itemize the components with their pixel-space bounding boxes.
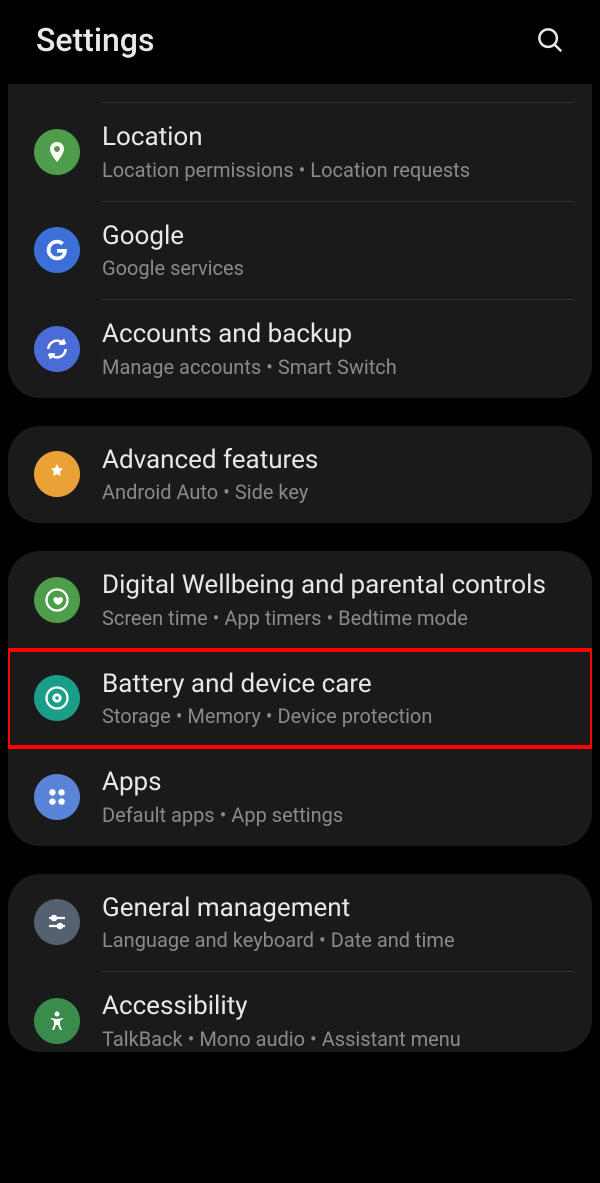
page-title: Settings xyxy=(36,21,154,59)
item-subtitle: Screen time • App timers • Bedtime mode xyxy=(102,605,572,631)
item-text: Advanced features Android Auto • Side ke… xyxy=(102,444,572,506)
settings-item-advanced[interactable]: Advanced features Android Auto • Side ke… xyxy=(8,426,592,524)
sliders-icon xyxy=(34,899,80,945)
item-title: General management xyxy=(102,892,572,925)
item-text: Apps Default apps • App settings xyxy=(102,766,572,828)
item-subtitle: Android Auto • Side key xyxy=(102,479,572,505)
accessibility-icon xyxy=(34,998,80,1044)
item-subtitle: Storage • Memory • Device protection xyxy=(102,703,572,729)
settings-item-location[interactable]: Location Location permissions • Location… xyxy=(8,103,592,201)
item-title: Google xyxy=(102,220,572,253)
header: Settings xyxy=(0,0,600,84)
item-text: Accounts and backup Manage accounts • Sm… xyxy=(102,318,572,380)
location-icon xyxy=(34,129,80,175)
item-title: Digital Wellbeing and parental controls xyxy=(102,569,572,602)
item-subtitle: Google services xyxy=(102,255,572,281)
item-title: Battery and device care xyxy=(102,668,572,701)
item-text: Google Google services xyxy=(102,220,572,282)
item-title: Location xyxy=(102,121,572,154)
google-icon xyxy=(34,227,80,273)
item-title: Accessibility xyxy=(102,990,572,1023)
search-icon xyxy=(535,25,565,55)
item-subtitle: Language and keyboard • Date and time xyxy=(102,927,572,953)
settings-item-general[interactable]: General management Language and keyboard… xyxy=(8,874,592,972)
item-subtitle: Manage accounts • Smart Switch xyxy=(102,354,572,380)
settings-group: General management Language and keyboard… xyxy=(8,874,592,1052)
settings-group: Location Location permissions • Location… xyxy=(8,84,592,398)
search-button[interactable] xyxy=(530,20,570,60)
item-text: Battery and device care Storage • Memory… xyxy=(102,668,572,730)
item-subtitle: TalkBack • Mono audio • Assistant menu xyxy=(102,1026,572,1052)
settings-group: Digital Wellbeing and parental controls … xyxy=(8,551,592,846)
item-text: Location Location permissions • Location… xyxy=(102,121,572,183)
sync-icon xyxy=(34,326,80,372)
settings-item-apps[interactable]: Apps Default apps • App settings xyxy=(8,748,592,846)
item-text: General management Language and keyboard… xyxy=(102,892,572,954)
item-title: Advanced features xyxy=(102,444,572,477)
settings-item-accessibility[interactable]: Accessibility TalkBack • Mono audio • As… xyxy=(8,972,592,1052)
device-care-icon xyxy=(34,675,80,721)
settings-item-battery[interactable]: Battery and device care Storage • Memory… xyxy=(8,650,592,748)
wellbeing-icon xyxy=(34,577,80,623)
settings-item-accounts[interactable]: Accounts and backup Manage accounts • Sm… xyxy=(8,300,592,398)
item-text: Digital Wellbeing and parental controls … xyxy=(102,569,572,631)
item-text: Accessibility TalkBack • Mono audio • As… xyxy=(102,990,572,1052)
item-subtitle: Location permissions • Location requests xyxy=(102,157,572,183)
item-subtitle: Default apps • App settings xyxy=(102,802,572,828)
item-title: Accounts and backup xyxy=(102,318,572,351)
apps-icon xyxy=(34,774,80,820)
settings-item-wellbeing[interactable]: Digital Wellbeing and parental controls … xyxy=(8,551,592,649)
item-title: Apps xyxy=(102,766,572,799)
advanced-icon xyxy=(34,451,80,497)
settings-item-google[interactable]: Google Google services xyxy=(8,202,592,300)
settings-group: Advanced features Android Auto • Side ke… xyxy=(8,426,592,524)
